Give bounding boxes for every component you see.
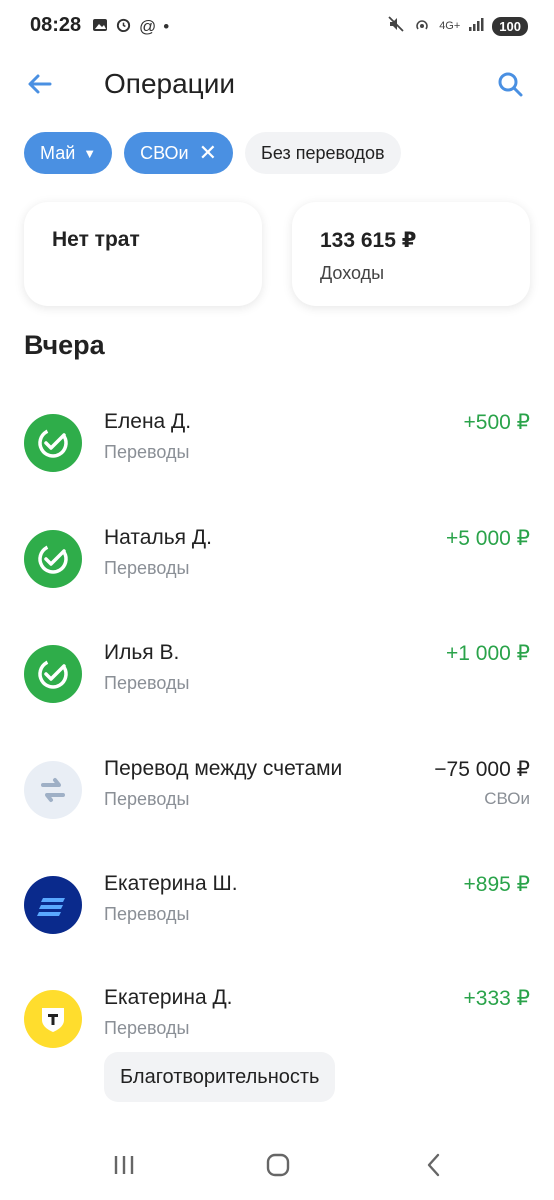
transaction-name: Елена Д. [104, 410, 192, 433]
top-bar: Операции [0, 58, 554, 112]
transaction-row[interactable]: Илья В. Переводы +1 000 ₽ [0, 631, 554, 711]
transaction-amount: +1 000 ₽ [445, 642, 530, 665]
status-system-icons: 4G+ 100 [387, 15, 528, 37]
income-card[interactable]: 133 615 ₽ Доходы [292, 202, 530, 306]
transaction-row[interactable]: Елена Д. Переводы +500 ₽ [0, 400, 554, 480]
vtb-stripes-icon [24, 876, 82, 934]
mute-icon [387, 15, 405, 37]
home-button[interactable] [258, 1148, 298, 1182]
transaction-amount: +500 ₽ [463, 411, 531, 434]
transaction-category: Переводы [104, 442, 190, 462]
alarm-icon [115, 16, 132, 38]
transaction-name: Илья В. [104, 641, 180, 664]
transaction-category: Переводы [104, 789, 190, 809]
account-filter-chip[interactable]: СВОи ✕ [124, 132, 234, 174]
transaction-category: Переводы [104, 558, 190, 578]
chevron-left-icon [427, 1153, 440, 1177]
battery-indicator: 100 [492, 16, 528, 36]
arrow-left-icon [28, 74, 52, 94]
search-icon [498, 72, 523, 97]
transaction-row[interactable]: Наталья Д. Переводы +5 000 ₽ [0, 516, 554, 596]
network-type: 4G+ [439, 20, 461, 32]
transaction-name: Екатерина Д. [104, 986, 233, 1009]
transaction-amount: +5 000 ₽ [445, 527, 530, 550]
search-button[interactable] [494, 68, 526, 100]
transaction-category: Переводы [104, 1018, 190, 1038]
transaction-amount: +895 ₽ [463, 873, 531, 896]
section-title-yesterday: Вчера [24, 330, 105, 360]
hotspot-icon [413, 15, 431, 37]
no-transfers-label: Без переводов [261, 142, 385, 163]
status-notifications: @ • [92, 16, 169, 38]
month-filter-label: Май [40, 142, 76, 163]
at-icon: @ [139, 17, 157, 36]
transaction-row[interactable]: Перевод между счетами Переводы −75 000 ₽… [0, 747, 554, 827]
status-time: 08:28 [30, 14, 82, 36]
transfer-arrows-icon [24, 761, 82, 819]
transaction-amount: −75 000 ₽ [434, 758, 530, 781]
recent-apps-icon [114, 1156, 134, 1174]
transaction-row[interactable]: Екатерина Д. Переводы +333 ₽ [0, 976, 554, 1056]
transaction-name: Екатерина Ш. [104, 872, 238, 895]
signal-icon [468, 16, 484, 36]
back-button[interactable] [24, 68, 56, 100]
transaction-amount: +333 ₽ [463, 987, 531, 1010]
gallery-icon [92, 17, 108, 38]
page-title: Операции [104, 68, 235, 99]
sber-check-icon [24, 530, 82, 588]
month-filter-chip[interactable]: Май ▼ [24, 132, 113, 174]
income-label: Доходы [320, 263, 385, 283]
charity-tag-chip[interactable]: Благотворительность [104, 1052, 336, 1102]
home-icon [266, 1153, 290, 1177]
income-amount: 133 615 ₽ [320, 229, 417, 252]
no-transfers-filter-chip[interactable]: Без переводов [245, 132, 401, 174]
expenses-card[interactable]: Нет трат [24, 202, 262, 306]
transaction-account-note: СВОи [484, 789, 530, 808]
tbank-shield-icon [24, 990, 82, 1048]
back-nav-button[interactable] [414, 1148, 454, 1182]
expenses-label: Нет трат [52, 228, 140, 251]
transaction-row[interactable]: Екатерина Ш. Переводы +895 ₽ [0, 862, 554, 942]
transaction-category: Переводы [104, 904, 190, 924]
caret-down-icon: ▼ [83, 145, 97, 161]
recent-apps-button[interactable] [104, 1148, 144, 1182]
close-icon[interactable]: ✕ [199, 142, 217, 164]
status-bar: 08:28 @ • 4G+ 100 [0, 0, 554, 54]
transaction-category: Переводы [104, 673, 190, 693]
sber-check-icon [24, 645, 82, 703]
notification-dot: • [163, 17, 170, 36]
account-filter-label: СВОи [140, 142, 189, 163]
system-nav-bar [0, 1130, 554, 1200]
transaction-name: Перевод между счетами [104, 757, 343, 780]
transaction-name: Наталья Д. [104, 526, 212, 549]
sber-check-icon [24, 414, 82, 472]
filter-chips: Май ▼ СВОи ✕ Без переводов [24, 132, 401, 174]
